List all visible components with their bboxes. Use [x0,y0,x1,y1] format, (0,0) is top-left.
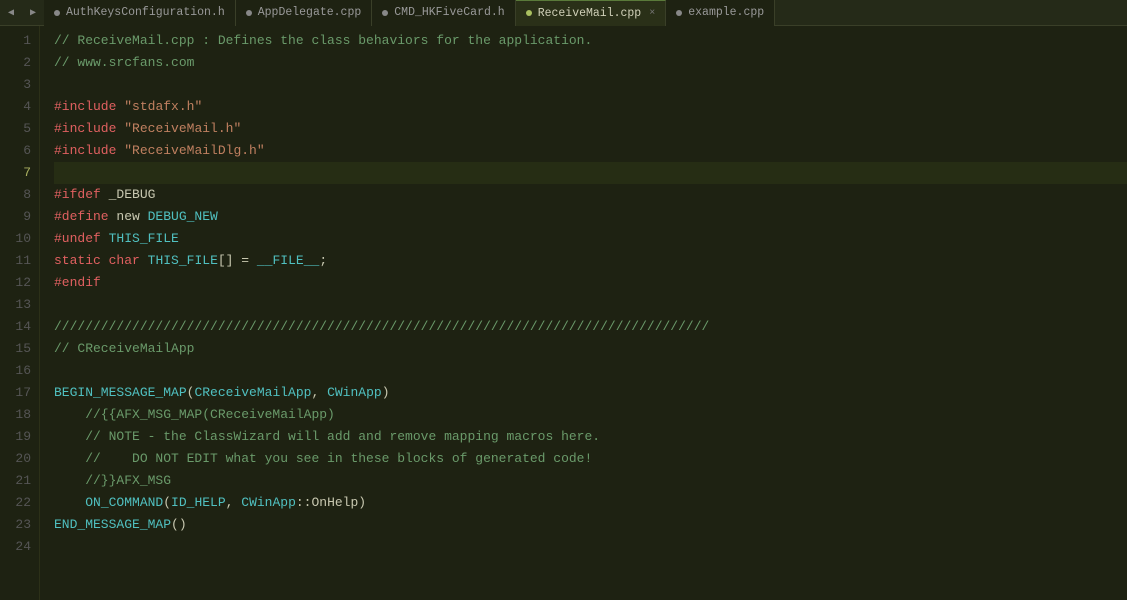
tab-example_cpp[interactable]: example.cpp [666,0,775,26]
code-line [54,74,1127,96]
tab-AppDelegate_cpp[interactable]: AppDelegate.cpp [236,0,373,26]
line-number: 21 [0,470,31,492]
line-number: 9 [0,206,31,228]
tab-label: CMD_HKFiveCard.h [394,6,504,19]
code-line: ////////////////////////////////////////… [54,316,1127,338]
line-number: 20 [0,448,31,470]
code-line: #include "ReceiveMailDlg.h" [54,140,1127,162]
line-number: 13 [0,294,31,316]
tab-ReceiveMail_cpp[interactable]: ReceiveMail.cpp × [516,0,667,26]
code-line: //{{AFX_MSG_MAP(CReceiveMailApp) [54,404,1127,426]
code-line: #endif [54,272,1127,294]
line-numbers: 123456789101112131415161718192021222324 [0,26,40,600]
code-line [54,162,1127,184]
code-line: // NOTE - the ClassWizard will add and r… [54,426,1127,448]
code-line [54,360,1127,382]
code-line: // CReceiveMailApp [54,338,1127,360]
tab-next-button[interactable]: ▶ [22,0,44,26]
line-number: 6 [0,140,31,162]
tab-close-button[interactable]: × [649,8,655,19]
code-line: END_MESSAGE_MAP() [54,514,1127,536]
tab-label: ReceiveMail.cpp [538,7,642,20]
line-number: 16 [0,360,31,382]
code-line: #include "ReceiveMail.h" [54,118,1127,140]
tab-prev-button[interactable]: ◀ [0,0,22,26]
tab-dot-icon [246,10,252,16]
line-number: 24 [0,536,31,558]
line-number: 5 [0,118,31,140]
code-line: #undef THIS_FILE [54,228,1127,250]
code-line: BEGIN_MESSAGE_MAP(CReceiveMailApp, CWinA… [54,382,1127,404]
code-area[interactable]: // ReceiveMail.cpp : Defines the class b… [40,26,1127,600]
line-number: 3 [0,74,31,96]
line-number: 7 [0,162,31,184]
tab-dot-icon [54,10,60,16]
tab-dot-icon [526,10,532,16]
code-line: // www.srcfans.com [54,52,1127,74]
tab-dot-icon [382,10,388,16]
line-number: 18 [0,404,31,426]
line-number: 4 [0,96,31,118]
line-number: 1 [0,30,31,52]
line-number: 15 [0,338,31,360]
code-line: #ifdef _DEBUG [54,184,1127,206]
code-line: // ReceiveMail.cpp : Defines the class b… [54,30,1127,52]
code-line [54,536,1127,558]
code-line: static char THIS_FILE[] = __FILE__; [54,250,1127,272]
tab-label: AppDelegate.cpp [258,6,362,19]
line-number: 12 [0,272,31,294]
line-number: 8 [0,184,31,206]
tab-bar: ◀ ▶ AuthKeysConfiguration.h AppDelegate.c… [0,0,1127,26]
line-number: 2 [0,52,31,74]
line-number: 14 [0,316,31,338]
tab-dot-icon [676,10,682,16]
code-line: #define new DEBUG_NEW [54,206,1127,228]
code-line [54,294,1127,316]
line-number: 22 [0,492,31,514]
line-number: 10 [0,228,31,250]
code-line: // DO NOT EDIT what you see in these blo… [54,448,1127,470]
code-line: #include "stdafx.h" [54,96,1127,118]
code-line: ON_COMMAND(ID_HELP, CWinApp::OnHelp) [54,492,1127,514]
tab-AuthKeysConfiguration_h[interactable]: AuthKeysConfiguration.h [44,0,236,26]
tab-CMD_HKFiveCard_h[interactable]: CMD_HKFiveCard.h [372,0,515,26]
line-number: 23 [0,514,31,536]
line-number: 11 [0,250,31,272]
tab-label: example.cpp [688,6,764,19]
line-number: 19 [0,426,31,448]
tab-label: AuthKeysConfiguration.h [66,6,225,19]
line-number: 17 [0,382,31,404]
editor: 123456789101112131415161718192021222324 … [0,26,1127,600]
code-line: //}}AFX_MSG [54,470,1127,492]
